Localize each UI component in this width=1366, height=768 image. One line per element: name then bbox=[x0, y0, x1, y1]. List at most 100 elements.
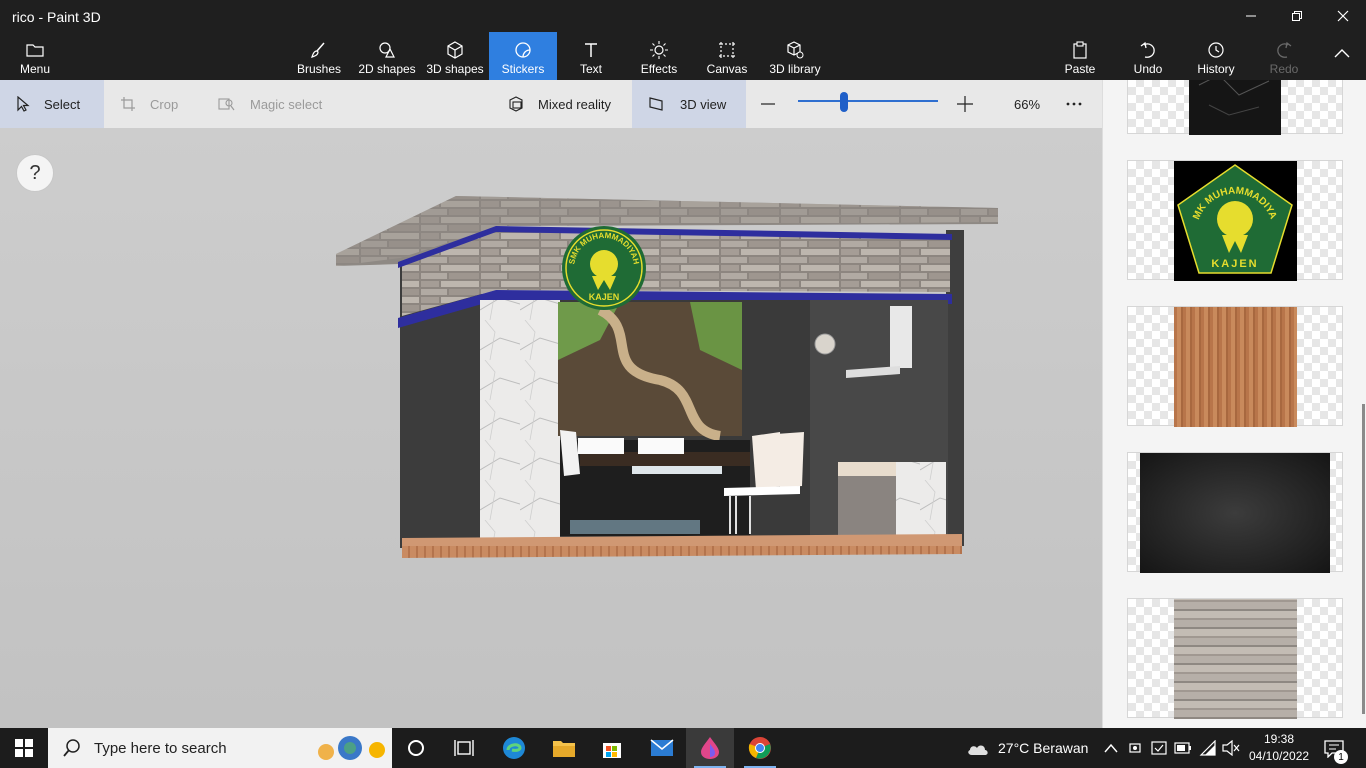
tool-effects-label: Effects bbox=[640, 62, 678, 76]
search-icon bbox=[63, 739, 80, 757]
view-toolbar: Select Crop Magic select Mixed reality 3… bbox=[0, 80, 1102, 128]
restore-button[interactable] bbox=[1274, 0, 1320, 32]
chrome-app[interactable] bbox=[736, 728, 784, 768]
3d-view-label: 3D view bbox=[680, 96, 727, 112]
paint3d-icon bbox=[701, 737, 719, 759]
redo-button[interactable]: Redo bbox=[1262, 32, 1306, 80]
store-app[interactable] bbox=[588, 728, 636, 768]
ribbon-area: rico - Paint 3D Menu Brushes 2D shapes 3… bbox=[0, 0, 1366, 80]
file-explorer-app[interactable] bbox=[540, 728, 588, 768]
mail-app[interactable] bbox=[638, 728, 686, 768]
tool-2d-shapes-label: 2D shapes bbox=[358, 62, 416, 76]
magic-select-icon bbox=[218, 98, 235, 111]
crop-label: Crop bbox=[150, 96, 179, 112]
security-icon[interactable] bbox=[1151, 740, 1167, 756]
restore-icon bbox=[1292, 11, 1302, 21]
title-bar: rico - Paint 3D bbox=[0, 0, 1366, 32]
tool-3d-library[interactable]: 3D library bbox=[766, 32, 824, 80]
cortana-button[interactable] bbox=[392, 728, 440, 768]
search-placeholder: Type here to search bbox=[94, 739, 227, 757]
zoom-in-button[interactable] bbox=[956, 80, 976, 128]
tool-3d-shapes[interactable]: 3D shapes bbox=[424, 32, 486, 80]
crop-tool[interactable]: Crop bbox=[120, 80, 200, 128]
3d-view-toggle[interactable]: 3D view bbox=[632, 80, 746, 128]
undo-button[interactable]: Undo bbox=[1126, 32, 1170, 80]
2d-shapes-icon bbox=[379, 42, 395, 58]
chevron-up-icon bbox=[1334, 49, 1350, 58]
tool-stickers-label: Stickers bbox=[501, 62, 545, 76]
sticker-item[interactable] bbox=[1127, 80, 1343, 135]
tool-canvas-label: Canvas bbox=[706, 62, 748, 76]
help-button[interactable]: ? bbox=[16, 154, 54, 192]
zoom-slider-thumb[interactable] bbox=[840, 92, 849, 112]
3d-model-booth[interactable]: SMK MUHAMMADIYAH KAJEN bbox=[0, 128, 1102, 728]
task-view-button[interactable] bbox=[440, 728, 488, 768]
sticker-item[interactable] bbox=[1127, 452, 1343, 573]
menu-label: Menu bbox=[19, 62, 51, 76]
history-button[interactable]: History bbox=[1192, 32, 1240, 80]
select-label: Select bbox=[44, 96, 81, 112]
tool-2d-shapes[interactable]: 2D shapes bbox=[356, 32, 418, 80]
edge-icon bbox=[503, 737, 525, 759]
close-button[interactable] bbox=[1320, 0, 1366, 32]
sticker-wood bbox=[1174, 307, 1297, 427]
task-view-icon bbox=[454, 740, 474, 756]
weather-text[interactable]: 27°C Berawan bbox=[998, 740, 1088, 756]
start-button[interactable] bbox=[0, 728, 48, 768]
select-tool[interactable]: Select bbox=[0, 80, 104, 128]
search-highlight-icon bbox=[318, 736, 385, 760]
redo-label: Redo bbox=[1269, 62, 1299, 76]
sticker-icon bbox=[515, 42, 531, 58]
tool-canvas[interactable]: Canvas bbox=[702, 32, 752, 80]
undo-icon bbox=[1140, 41, 1155, 58]
speaker-muted-icon[interactable] bbox=[1222, 740, 1240, 756]
undo-label: Undo bbox=[1133, 62, 1163, 76]
tool-stickers[interactable]: Stickers bbox=[489, 32, 557, 80]
mixed-reality-button[interactable]: Mixed reality bbox=[508, 80, 628, 128]
edge-app[interactable] bbox=[490, 728, 538, 768]
wifi-icon[interactable] bbox=[1199, 740, 1217, 756]
battery-icon[interactable] bbox=[1174, 742, 1192, 754]
redo-icon bbox=[1277, 41, 1292, 58]
minus-icon bbox=[761, 103, 775, 105]
zoom-out-button[interactable] bbox=[760, 80, 780, 128]
folder-icon bbox=[553, 741, 575, 757]
windows-icon bbox=[15, 739, 33, 757]
magic-select-tool[interactable]: Magic select bbox=[218, 80, 338, 128]
tool-brushes-label: Brushes bbox=[296, 62, 342, 76]
collapse-ribbon-button[interactable] bbox=[1320, 32, 1364, 80]
paste-button[interactable]: Paste bbox=[1058, 32, 1102, 80]
3d-view-icon bbox=[649, 97, 663, 111]
canvas-logo-bottom-text: KAJEN bbox=[589, 292, 620, 302]
clock-date[interactable]: 04/10/2022 bbox=[1249, 749, 1309, 763]
tool-text[interactable]: Text bbox=[566, 32, 616, 80]
webcam-icon[interactable] bbox=[1128, 740, 1142, 756]
menu-button[interactable]: Menu bbox=[10, 32, 60, 80]
sticker-logo: SMK MUHAMMADIYAH KAJEN bbox=[1170, 153, 1297, 281]
chevron-up-icon[interactable] bbox=[1104, 743, 1118, 753]
more-icon bbox=[1066, 102, 1082, 106]
clock-time[interactable]: 19:38 bbox=[1264, 732, 1294, 746]
brush-icon bbox=[311, 42, 325, 58]
crop-icon bbox=[121, 97, 135, 111]
canvas-logo[interactable]: SMK MUHAMMADIYAH KAJEN bbox=[562, 226, 646, 310]
mixed-reality-icon bbox=[509, 96, 523, 112]
sticker-item[interactable] bbox=[1127, 306, 1343, 427]
sticker-panel-scrollbar[interactable] bbox=[1362, 404, 1365, 714]
canvas-area[interactable]: SMK MUHAMMADIYAH KAJEN bbox=[0, 128, 1102, 728]
sticker-item[interactable]: SMK MUHAMMADIYAH KAJEN bbox=[1127, 153, 1343, 281]
close-icon bbox=[1337, 10, 1349, 22]
stickers-panel: SMK MUHAMMADIYAH KAJEN bbox=[1102, 80, 1366, 728]
paint3d-app[interactable] bbox=[686, 728, 734, 768]
magic-select-label: Magic select bbox=[250, 96, 323, 112]
tool-brushes[interactable]: Brushes bbox=[294, 32, 344, 80]
sticker-item[interactable] bbox=[1127, 598, 1343, 719]
taskbar-search[interactable]: Type here to search bbox=[48, 728, 392, 768]
history-icon bbox=[1208, 42, 1224, 58]
tool-effects[interactable]: Effects bbox=[634, 32, 684, 80]
minimize-icon bbox=[1246, 15, 1256, 17]
zoom-slider-track[interactable] bbox=[798, 100, 938, 102]
more-options-button[interactable] bbox=[1066, 80, 1090, 128]
minimize-button[interactable] bbox=[1228, 0, 1274, 32]
clipboard-icon bbox=[1073, 41, 1087, 59]
